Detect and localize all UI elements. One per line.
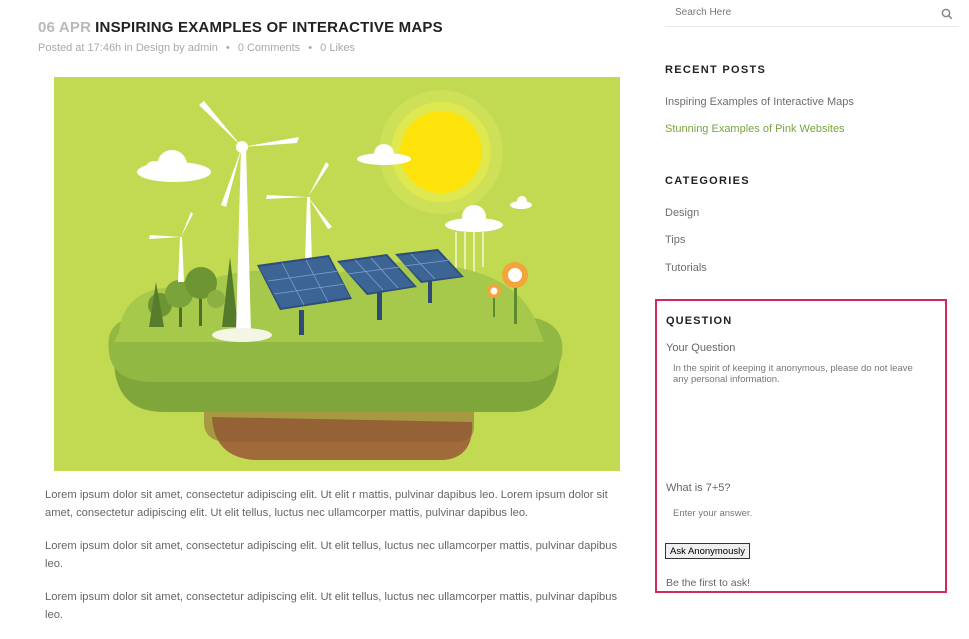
comments-link[interactable]: 0 Comments <box>238 42 300 54</box>
meta-separator: • <box>308 42 313 54</box>
author-link[interactable]: admin <box>188 42 218 54</box>
search-icon[interactable] <box>941 7 953 20</box>
question-title: QUESTION <box>666 315 733 327</box>
post-title[interactable]: 06 APR INSPIRING EXAMPLES OF INTERACTIVE … <box>38 19 443 36</box>
posted-at-text: Posted at 17:46h in <box>38 42 133 54</box>
your-question-label: Your Question <box>666 342 736 354</box>
featured-image <box>54 77 620 471</box>
post-paragraph: Lorem ipsum dolor sit amet, consectetur … <box>45 540 618 570</box>
recent-posts-title: RECENT POSTS <box>665 64 767 76</box>
category-link[interactable]: Design <box>136 42 170 54</box>
category-link-tips[interactable]: Tips <box>665 234 685 246</box>
question-widget: QUESTION Your Question What is 7+5? Ask … <box>655 299 947 593</box>
post-paragraph: Lorem ipsum dolor sit amet, consectetur … <box>45 489 608 519</box>
question-textarea[interactable] <box>665 361 937 461</box>
recent-post-link[interactable]: Inspiring Examples of Interactive Maps <box>665 96 854 108</box>
empty-questions-text: Be the first to ask! <box>666 577 751 589</box>
post-paragraph: Lorem ipsum dolor sit amet, consectetur … <box>45 591 618 621</box>
post-date: 06 APR <box>38 19 92 36</box>
categories-title: CATEGORIES <box>665 175 750 187</box>
wind-solar-illustration <box>54 77 620 471</box>
search-input[interactable] <box>675 3 925 21</box>
post-title-text[interactable]: INSPIRING EXAMPLES OF INTERACTIVE MAPS <box>95 19 443 36</box>
recent-post-link[interactable]: Stunning Examples of Pink Websites <box>665 123 845 135</box>
by-text: by <box>173 42 185 54</box>
ask-anonymously-button[interactable]: Ask Anonymously <box>665 543 750 559</box>
meta-separator: • <box>225 42 230 54</box>
search-widget <box>665 0 959 27</box>
category-link-tutorials[interactable]: Tutorials <box>665 262 707 274</box>
post-meta: Posted at 17:46h in Design by admin • 0 … <box>38 42 355 54</box>
post-content: Lorem ipsum dolor sit amet, consectetur … <box>45 486 625 639</box>
likes-link[interactable]: 0 Likes <box>320 42 355 54</box>
captcha-answer-input[interactable] <box>665 503 937 523</box>
category-link-design[interactable]: Design <box>665 207 699 219</box>
captcha-label: What is 7+5? <box>666 482 731 494</box>
